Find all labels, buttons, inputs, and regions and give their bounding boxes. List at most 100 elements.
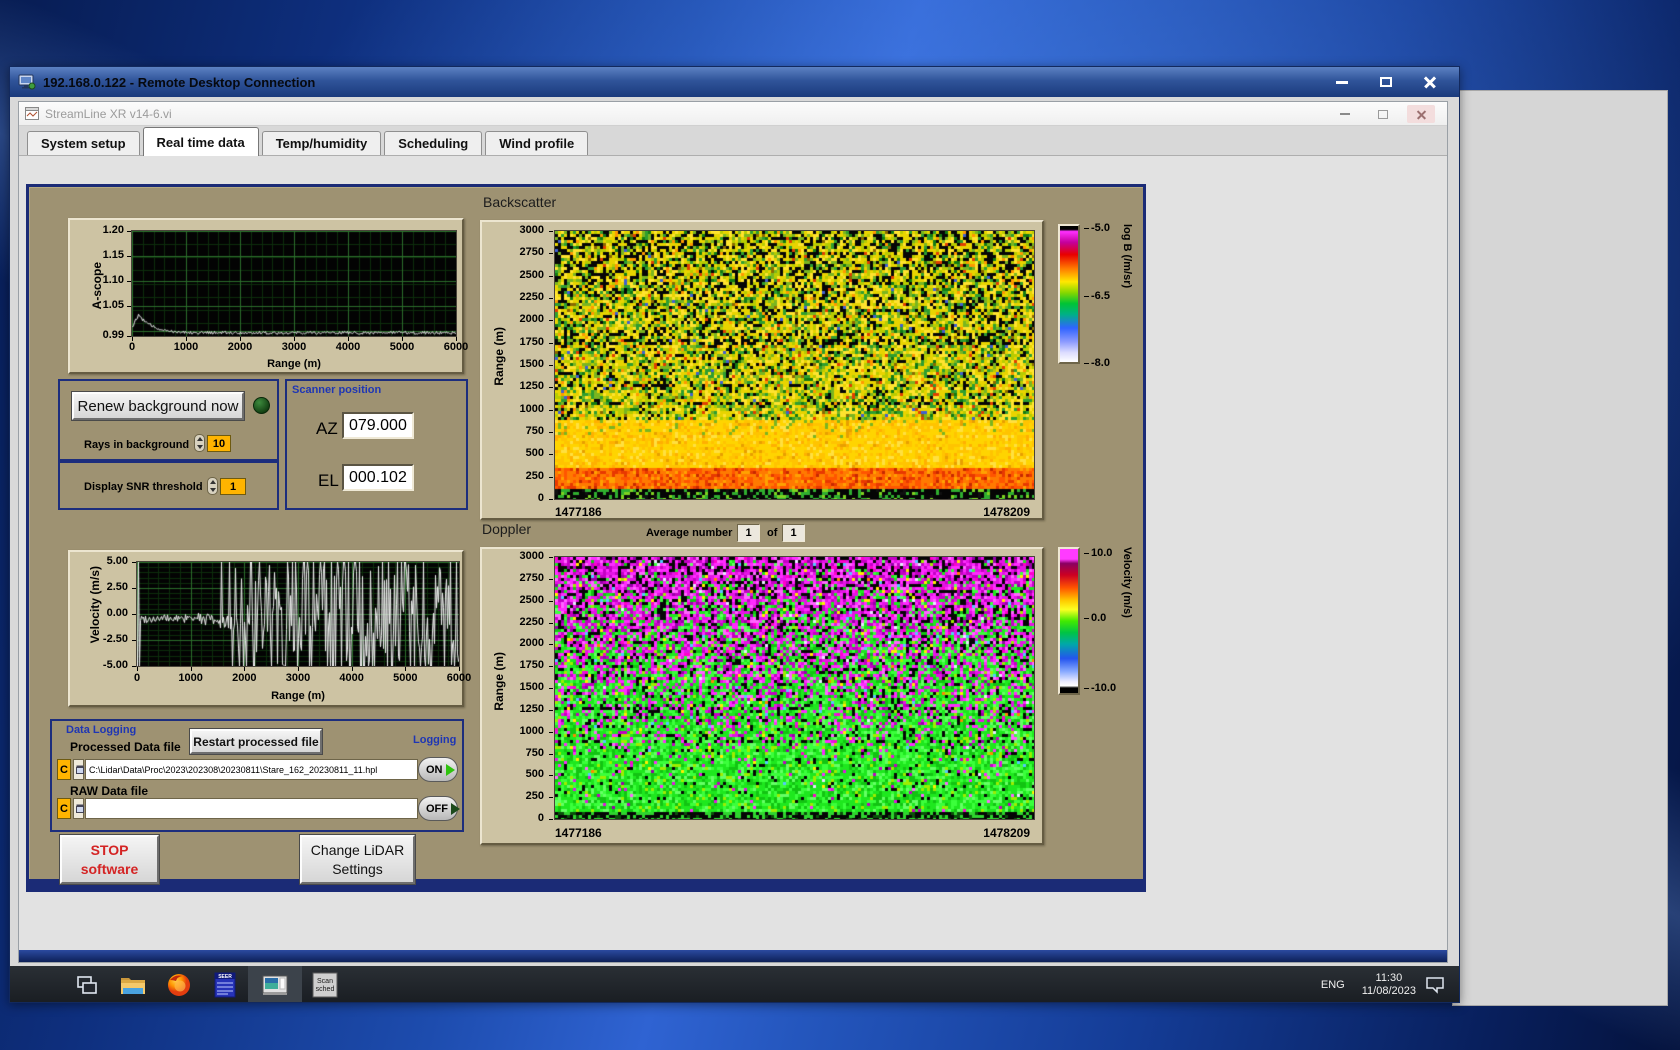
xtickdash-label — [137, 667, 138, 671]
ytick-label: 1000 — [519, 724, 544, 737]
ytick-label: 2000 — [519, 313, 544, 326]
velocity-graph: Velocity (m/s) Range (m) 5.00 2.50 0.00 -2.… — [68, 550, 471, 707]
tickdash-label — [127, 306, 131, 307]
tab-real-time-data[interactable]: Real time data — [142, 127, 259, 156]
language-indicator[interactable]: ENG — [1313, 973, 1353, 997]
change-lidar-settings-button[interactable]: Change LiDAR Settings — [300, 835, 415, 884]
doppler-plot-area — [554, 556, 1035, 820]
renew-background-group: Renew background now Rays in background … — [58, 379, 279, 461]
xtickdash-label — [352, 667, 353, 671]
app-titlebar[interactable]: StreamLine XR v14-6.vi — [19, 102, 1447, 126]
tickdash-label — [549, 432, 553, 433]
ytick-label: 2250 — [519, 615, 544, 628]
ascope-x-axis-label: Range (m) — [267, 358, 321, 370]
xtickdash-label — [348, 337, 349, 341]
raw-browse-icon[interactable] — [73, 798, 84, 819]
snr-threshold-group: Display SNR threshold 1 — [58, 461, 279, 510]
doppler-cbar-max: 10.0 — [1084, 547, 1112, 559]
ytick-label: 2750 — [519, 571, 544, 584]
ytick-label: 500 — [525, 768, 544, 781]
system-tray: ENG 11:30 11/08/2023 — [1313, 966, 1459, 1002]
tickdash-label — [127, 281, 131, 282]
tickdash-label — [549, 601, 553, 602]
ytick-label: 3000 — [519, 224, 544, 236]
snr-threshold-stepper[interactable] — [207, 477, 218, 495]
velocity-y-axis-label: Velocity (m/s) — [88, 566, 102, 644]
xtick-label: 3000 — [285, 672, 311, 684]
ytick-label: 1750 — [519, 335, 544, 348]
clock-time: 11:30 — [1375, 972, 1403, 984]
xtickdash-label — [456, 337, 457, 341]
doppler-time-start: 1477186 — [555, 826, 602, 840]
az-value-display: 079.000 — [342, 412, 414, 439]
seer-app-button[interactable]: SEER — [202, 966, 248, 1002]
ytick-label: 1.10 — [102, 274, 124, 286]
average-total-value[interactable]: 1 — [782, 524, 805, 542]
ytick-label: 1250 — [519, 702, 544, 715]
backscatter-graph: Range (m) 1477186 1478209 3000 2750 2500 22… — [480, 220, 1044, 520]
snr-threshold-value[interactable]: 1 — [220, 478, 246, 495]
xtick-label: 2000 — [227, 341, 253, 353]
rdp-minimize-button[interactable] — [1327, 72, 1357, 92]
active-app-button[interactable] — [248, 966, 302, 1002]
raw-data-file-label: RAW Data file — [70, 784, 149, 798]
app-client-area: A-scope Range (m) 1.20 1.15 1.10 1.05 0.99 0 1… — [19, 156, 1447, 962]
ascope-graph: A-scope Range (m) 1.20 1.15 1.10 1.05 0.99 0 1… — [68, 218, 468, 374]
app-maximize-button[interactable] — [1369, 105, 1397, 123]
scan-scheduler-button[interactable]: Scan sched — [302, 966, 348, 1002]
app-close-button[interactable] — [1407, 105, 1435, 123]
xtick-label: 5000 — [393, 672, 418, 684]
ytick-label: 2750 — [519, 246, 544, 259]
logging-label: Logging — [413, 734, 457, 746]
taskbar: SEER Scan sched ENG 11:30 11/08/2023 — [10, 966, 1459, 1002]
rdp-close-button[interactable] — [1415, 72, 1445, 92]
backscatter-cbar-min: -8.0 — [1084, 357, 1110, 369]
processed-browse-icon[interactable] — [73, 759, 84, 780]
raw-logging-off-button[interactable]: OFF — [418, 796, 460, 821]
file-explorer-button[interactable] — [110, 966, 156, 1002]
clock[interactable]: 11:30 11/08/2023 — [1362, 972, 1416, 998]
ytick-label: 2000 — [519, 637, 544, 650]
scanner-position-title: Scanner position — [292, 384, 382, 396]
tab-scheduling[interactable]: Scheduling — [384, 131, 483, 155]
ytick-label: 500 — [525, 447, 544, 460]
xtickdash-label — [294, 337, 295, 341]
restart-processed-file-button[interactable]: Restart processed file — [190, 729, 322, 754]
xtickdash-label — [459, 667, 460, 671]
rays-in-background-value[interactable]: 10 — [207, 435, 231, 452]
rdp-maximize-button[interactable] — [1371, 72, 1401, 92]
tickdash-label — [549, 365, 553, 366]
task-view-button[interactable] — [64, 966, 110, 1002]
notification-center-icon[interactable] — [1425, 976, 1445, 994]
raw-path-input[interactable] — [85, 798, 418, 819]
processed-drive-button[interactable]: C — [57, 759, 71, 780]
tab-wind-profile[interactable]: Wind profile — [485, 131, 589, 155]
raw-drive-button[interactable]: C — [57, 798, 71, 819]
el-value-display: 000.102 — [342, 464, 414, 491]
scan-scheduler-icon: Scan sched — [312, 972, 338, 998]
on-label: ON — [426, 763, 443, 776]
rays-in-background-stepper[interactable] — [194, 434, 205, 452]
ytick-label: 1250 — [519, 380, 544, 393]
tickdash-label — [549, 343, 553, 344]
el-label: EL — [318, 471, 339, 490]
tab-temp-humidity[interactable]: Temp/humidity — [261, 131, 382, 155]
firefox-button[interactable] — [156, 966, 202, 1002]
backscatter-plot-area — [554, 230, 1035, 500]
ytick-label: 1.20 — [102, 224, 124, 236]
renew-background-button[interactable]: Renew background now — [72, 392, 244, 420]
rdp-titlebar[interactable]: 192.168.0.122 - Remote Desktop Connectio… — [10, 67, 1459, 97]
average-number-value[interactable]: 1 — [737, 524, 760, 542]
tickdash-label — [549, 499, 553, 500]
app-minimize-button[interactable] — [1331, 105, 1359, 123]
processed-path-input[interactable]: C:\Lidar\Data\Proc\2023\202308\20230811\… — [85, 759, 418, 780]
ytick-label: 2500 — [519, 593, 544, 606]
backscatter-time-end: 1478209 — [983, 505, 1030, 519]
processed-logging-on-button[interactable]: ON — [418, 757, 458, 782]
tickdash-label — [132, 614, 136, 615]
tickdash-label — [549, 387, 553, 388]
tab-system-setup[interactable]: System setup — [27, 131, 140, 155]
xtick-label: 1000 — [173, 341, 199, 353]
stop-software-button[interactable]: STOP software — [60, 835, 159, 884]
doppler-cbar-title: Velocity (m/s) — [1121, 547, 1133, 618]
